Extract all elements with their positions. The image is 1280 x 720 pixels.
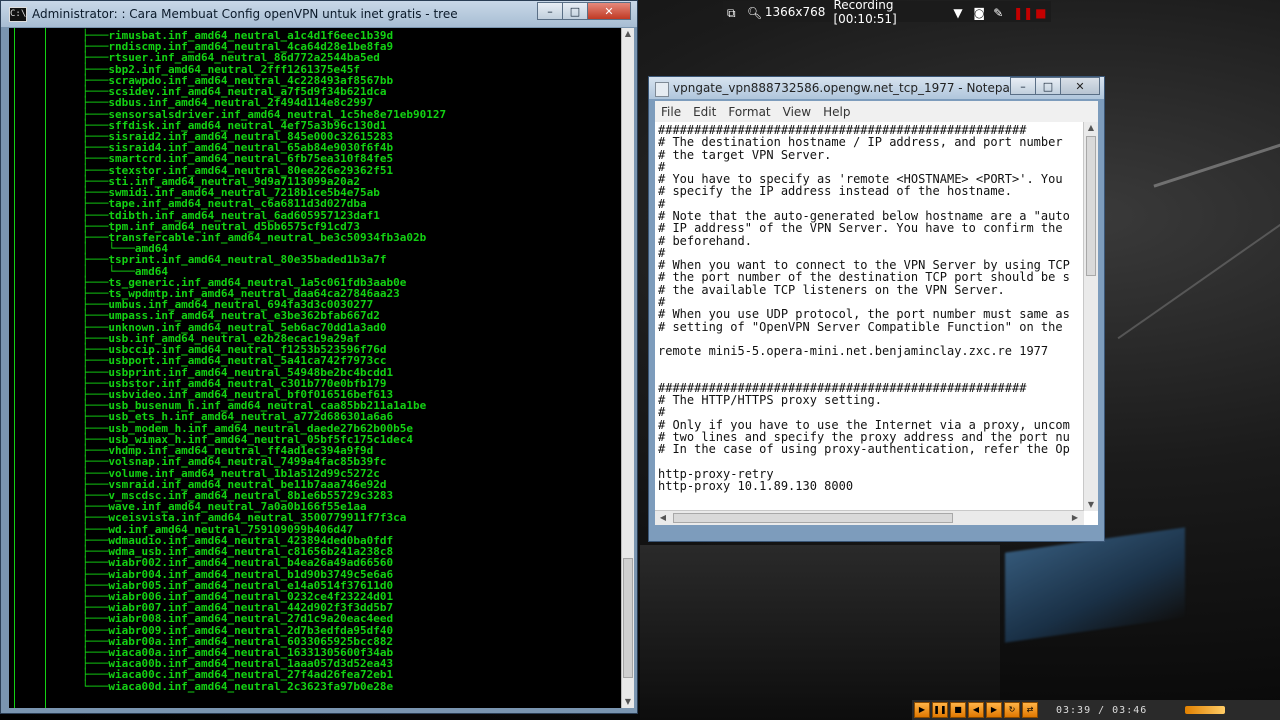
console-line: ├───usbport.inf_amd64_neutral_5a41ca742f… [9, 354, 387, 368]
console-line: ├───rtsuer.inf_amd64_neutral_86d772a2544… [9, 51, 380, 65]
menu-edit[interactable]: Edit [693, 105, 716, 119]
text-line: # The destination hostname / IP address,… [658, 135, 1063, 150]
console-line: ├───smartcrd.inf_amd64_neutral_6fb75ea31… [9, 152, 394, 166]
tree-guide-line [14, 28, 15, 708]
console-line: ├───umpass.inf_amd64_neutral_e3be362bfab… [9, 309, 380, 323]
text-line: http-proxy 10.1.89.130 8000 [658, 479, 854, 494]
text-line: remote mini5-5.opera-mini.net.benjamincl… [658, 344, 1049, 359]
scroll-up-icon[interactable]: ▲ [1085, 122, 1097, 134]
console-line: ├───tsprint.inf_amd64_neutral_80e35baded… [9, 253, 387, 267]
console-line: ├───usb_ets_h.inf_amd64_neutral_a772d686… [9, 410, 394, 424]
notepad-text-area[interactable]: ########################################… [655, 122, 1098, 525]
notepad-titlebar[interactable]: vpngate_vpn888732586.opengw.net_tcp_1977… [649, 77, 1104, 99]
text-line: # setting of "OpenVPN Server Compatible … [658, 319, 1063, 334]
notepad-window: vpngate_vpn888732586.opengw.net_tcp_1977… [648, 76, 1105, 542]
chevron-down-icon[interactable]: ▼ [953, 6, 965, 20]
maximize-button[interactable]: □ [1035, 77, 1061, 95]
notepad-title-text: vpngate_vpn888732586.opengw.net_tcp_1977… [673, 81, 1018, 95]
scroll-down-icon[interactable]: ▼ [1085, 499, 1097, 511]
console-line: ├───wiabr008.inf_amd64_neutral_27d1c9a20… [9, 612, 394, 626]
minimize-button[interactable]: – [537, 2, 563, 20]
scroll-down-icon[interactable]: ▼ [622, 696, 634, 708]
cmd-scrollbar[interactable]: ▲ ▼ [621, 28, 634, 708]
notepad-horizontal-scrollbar[interactable]: ◀ ▶ [655, 510, 1084, 525]
menu-file[interactable]: File [661, 105, 681, 119]
notepad-menubar: File Edit Format View Help [655, 101, 1098, 122]
text-line: # the available TCP listeners on the VPN… [658, 282, 1005, 297]
text-line: # [658, 405, 666, 420]
menu-view[interactable]: View [783, 105, 811, 119]
text-line: # specify the IP address instead of the … [658, 184, 1013, 199]
shuffle-icon[interactable]: ⇄ [1022, 702, 1038, 718]
text-line: # When you use UDP protocol, the port nu… [658, 307, 1070, 322]
pencil-icon[interactable]: ✎ [993, 6, 1005, 20]
console-line: └───wiaca00d.inf_amd64_neutral_2c3623fa9… [9, 679, 394, 693]
stop-icon[interactable]: ■ [950, 702, 966, 718]
text-line: # beforehand. [658, 233, 752, 248]
scrollbar-thumb[interactable] [673, 513, 953, 523]
cmd-title-text: Administrator: : Cara Membuat Config ope… [32, 7, 458, 21]
close-button[interactable]: ✕ [1060, 77, 1100, 95]
desktop-background-glow [1005, 527, 1185, 643]
next-icon[interactable]: ▶ [986, 702, 1002, 718]
repeat-icon[interactable]: ↻ [1004, 702, 1020, 718]
stop-icon[interactable]: ■ [1035, 6, 1047, 20]
scroll-right-icon[interactable]: ▶ [1069, 512, 1081, 524]
scrollbar-thumb[interactable] [1086, 136, 1096, 276]
scrollbar-thumb[interactable] [623, 558, 633, 678]
search-icon[interactable]: 🔍︎ [747, 6, 762, 20]
pause-icon[interactable]: ❚❚ [1013, 6, 1033, 20]
playback-time: 03:39 / 03:46 [1056, 704, 1148, 716]
close-button[interactable]: ✕ [587, 2, 631, 20]
recording-status: Recording [00:10:51] [833, 0, 897, 26]
maximize-button[interactable]: □ [562, 2, 588, 20]
scroll-up-icon[interactable]: ▲ [622, 28, 634, 40]
cmd-app-icon: C:\ [9, 7, 27, 22]
text-line: # the port number of the destination TCP… [658, 270, 1070, 285]
menu-format[interactable]: Format [728, 105, 770, 119]
media-player-bar: ▶ ❚❚ ■ ◀ ▶ ↻ ⇄ 03:39 / 03:46 [912, 700, 1280, 720]
text-line [658, 357, 1070, 369]
console-line: ├───volsnap.inf_amd64_neutral_7499a4fac8… [9, 455, 387, 469]
tree-guide-line [45, 28, 46, 708]
recording-toolbar: ⧉ 🔍︎ 1366x768 Recording [00:10:51] ▼ ◙ ✎… [723, 0, 1051, 26]
notepad-vertical-scrollbar[interactable]: ▲ ▼ [1083, 122, 1098, 511]
cmd-window: C:\ Administrator: : Cara Membuat Config… [0, 0, 638, 714]
console-line: ├───sdbus.inf_amd64_neutral_2f494d114e8c… [9, 96, 374, 110]
cmd-output: ├───rimusbat.inf_amd64_neutral_a1c4d1f6e… [9, 28, 621, 692]
prev-icon[interactable]: ◀ [968, 702, 984, 718]
text-line: # In the case of using proxy-authenticat… [658, 442, 1070, 457]
console-line: ├───tape.inf_amd64_neutral_c6a6811d3d027… [9, 197, 367, 211]
notepad-content: ########################################… [658, 124, 1070, 494]
menu-help[interactable]: Help [823, 105, 850, 119]
play-icon[interactable]: ▶ [914, 702, 930, 718]
cmd-titlebar[interactable]: C:\ Administrator: : Cara Membuat Config… [1, 1, 637, 27]
volume-slider[interactable] [1185, 706, 1226, 714]
text-line: # IP address" of the VPN Server. You hav… [658, 221, 1063, 236]
scroll-left-icon[interactable]: ◀ [657, 512, 669, 524]
desktop-background-panel [640, 545, 1000, 720]
minimize-button[interactable]: – [1010, 77, 1036, 95]
desktop-background-line [1153, 135, 1280, 188]
console-line: ├───wiabr002.inf_amd64_neutral_b4ea26a49… [9, 556, 394, 570]
resize-icon[interactable]: ⧉ [727, 6, 739, 20]
notepad-app-icon [655, 82, 669, 97]
console-line: ├───wiaca00c.inf_amd64_neutral_27f4ad26f… [9, 668, 394, 682]
desktop-background-line [1117, 222, 1280, 340]
camera-icon[interactable]: ◙ [973, 6, 985, 20]
text-line: # The HTTP/HTTPS proxy setting. [658, 393, 882, 408]
cmd-console[interactable]: ├───rimusbat.inf_amd64_neutral_a1c4d1f6e… [9, 28, 621, 708]
pause-icon[interactable]: ❚❚ [932, 702, 948, 718]
console-line: ├───wceisvista.inf_amd64_neutral_3500779… [9, 511, 407, 525]
recording-resolution: 1366x768 [764, 4, 826, 19]
text-line: # the target VPN Server. [658, 147, 832, 162]
